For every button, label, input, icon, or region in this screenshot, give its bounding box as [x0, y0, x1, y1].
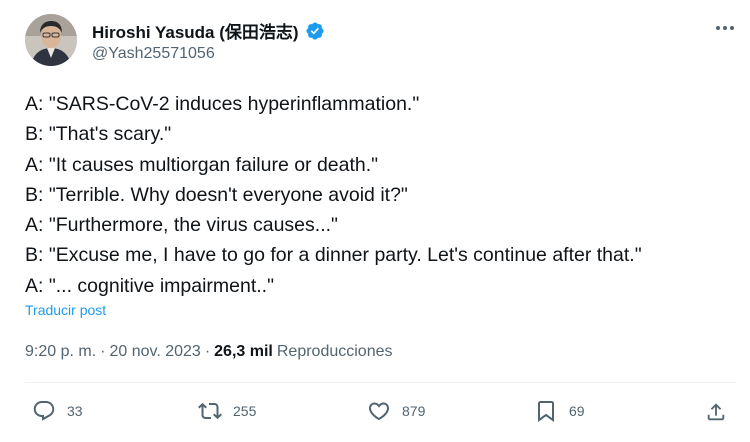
author-display-name[interactable]: Hiroshi Yasuda (保田浩志): [92, 18, 299, 43]
reply-icon: [33, 401, 55, 421]
reply-button[interactable]: 33: [32, 399, 83, 423]
avatar[interactable]: [25, 14, 77, 66]
author-name-row: Hiroshi Yasuda (保田浩志): [92, 18, 325, 43]
reply-count: 33: [67, 403, 83, 419]
tweet-meta: 9:20 p. m. · 20 nov. 2023 · 26,3 mil Rep…: [25, 343, 392, 361]
verified-badge-icon[interactable]: [305, 21, 325, 41]
like-count: 879: [402, 403, 426, 419]
heart-icon: [368, 402, 390, 421]
tweet-line: A: "... cognitive impairment..": [25, 274, 275, 297]
tweet-line: B: "Excuse me, I have to go for a dinner…: [25, 244, 642, 267]
views-label[interactable]: Reproducciones: [277, 343, 393, 361]
like-button[interactable]: 879: [367, 399, 425, 423]
tweet-line: A: "Furthermore, the virus causes...": [25, 214, 338, 237]
more-options-icon[interactable]: [714, 17, 736, 39]
bookmark-button[interactable]: 69: [534, 399, 585, 423]
tweet-line: A: "It causes multiorgan failure or deat…: [25, 153, 379, 176]
tweet-date[interactable]: 20 nov. 2023: [109, 343, 200, 361]
user-avatar-icon: [25, 14, 77, 66]
divider: [25, 382, 736, 383]
share-icon[interactable]: [705, 401, 727, 423]
tweet-time[interactable]: 9:20 p. m.: [25, 343, 96, 361]
bookmark-count: 69: [569, 403, 585, 419]
views-count[interactable]: 26,3 mil: [214, 343, 273, 361]
tweet-card: Hiroshi Yasuda (保田浩志) @Yash25571056 A: "…: [0, 0, 750, 442]
repost-icon: [198, 402, 222, 420]
repost-button[interactable]: 255: [198, 399, 256, 423]
tweet-line: B: "That's scary.": [25, 123, 172, 146]
tweet-text: A: "SARS-CoV-2 induces hyperinflammation…: [25, 89, 725, 301]
bookmark-icon: [538, 401, 554, 422]
translate-post-link[interactable]: Traducir post: [25, 302, 106, 318]
meta-separator: ·: [100, 343, 106, 360]
tweet-line: A: "SARS-CoV-2 induces hyperinflammation…: [25, 93, 420, 115]
repost-count: 255: [233, 403, 257, 419]
author-handle[interactable]: @Yash25571056: [92, 45, 215, 63]
tweet-line: B: "Terrible. Why doesn't everyone avoid…: [25, 183, 408, 206]
meta-separator: ·: [204, 343, 211, 360]
